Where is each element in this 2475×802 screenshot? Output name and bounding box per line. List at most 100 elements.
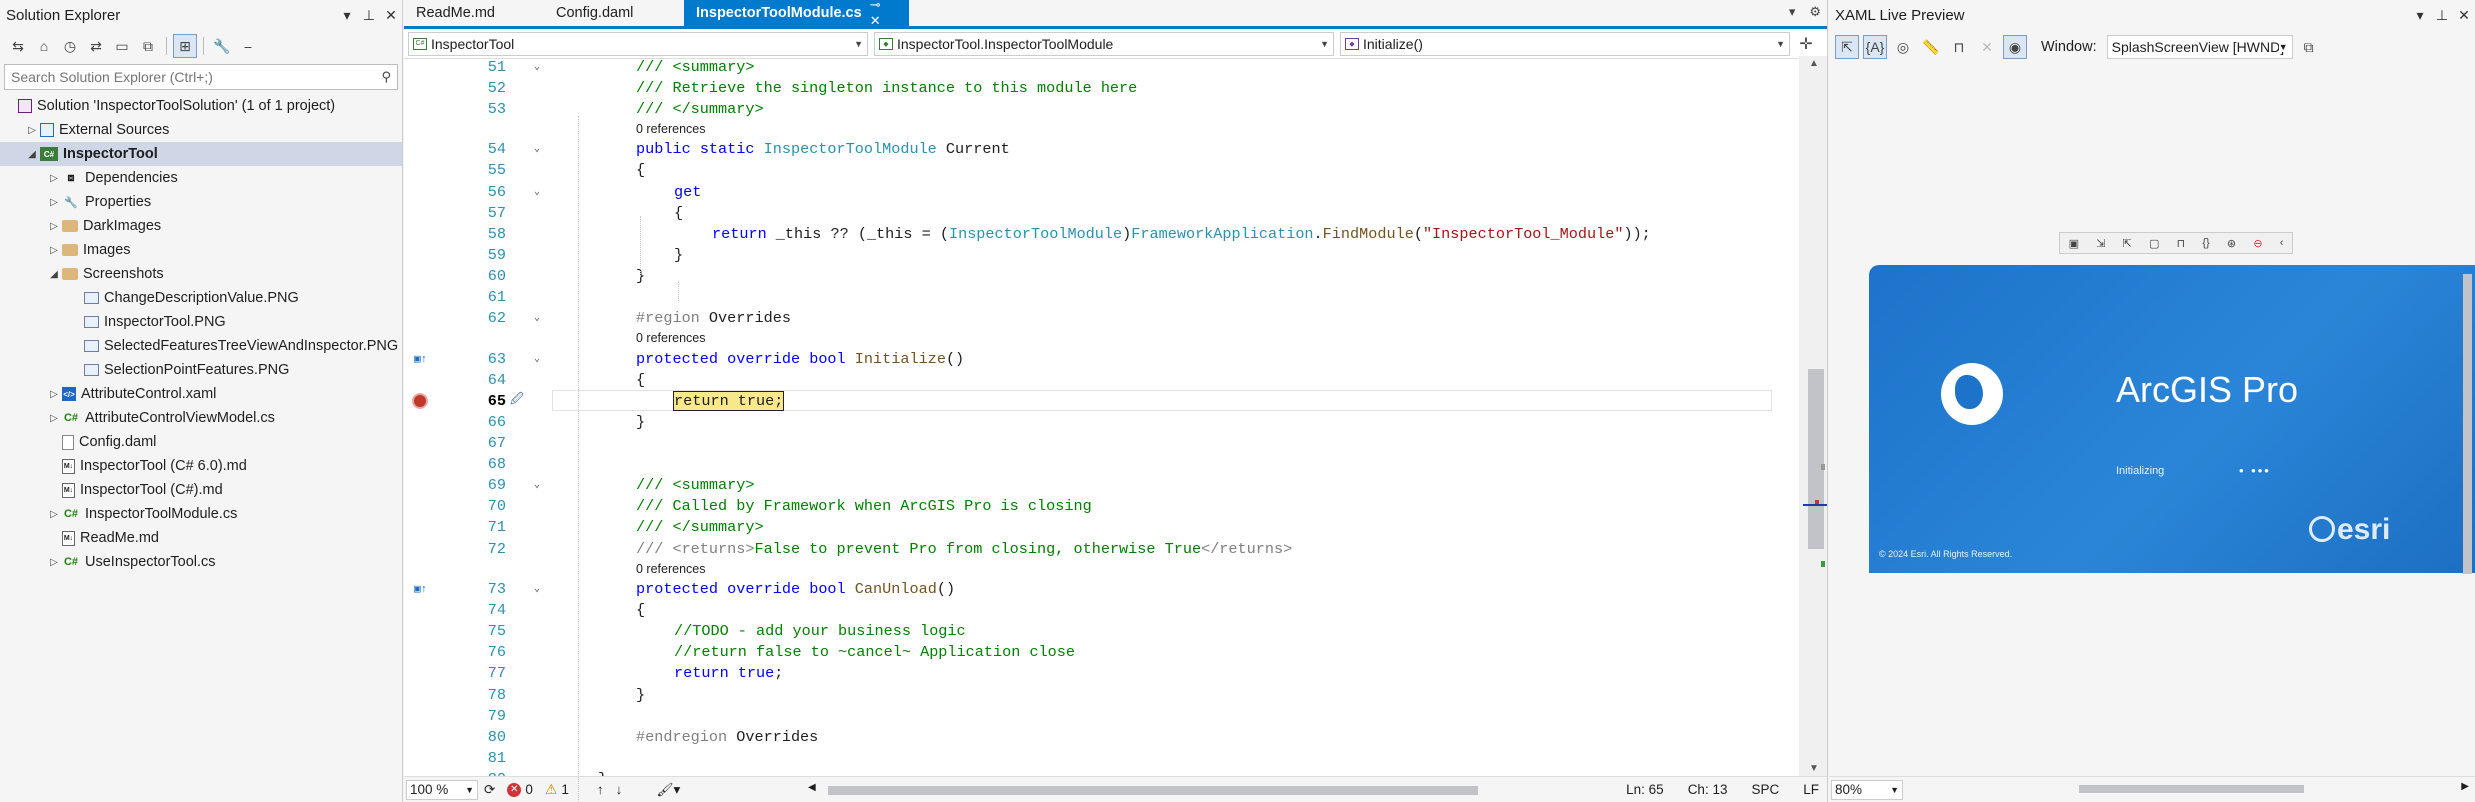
tree-item[interactable]: ▷ C# AttributeControlViewModel.cs — [0, 406, 402, 430]
fold-toggle-icon[interactable]: ⌄ — [534, 186, 540, 198]
expand-chevron-icon[interactable]: ▷ — [24, 125, 40, 136]
fold-toggle-icon[interactable]: ⌄ — [534, 143, 540, 155]
override-glyph-icon[interactable]: ▣↑ — [414, 352, 434, 366]
close-tab-icon[interactable]: ✕ — [870, 13, 881, 28]
binding-failures-icon[interactable]: {} — [2202, 237, 2209, 249]
previous-issue-arrow-icon[interactable]: ↑ — [597, 782, 604, 797]
pin-icon[interactable]: ⊥ — [2431, 7, 2453, 24]
tree-item[interactable]: Solution 'InspectorToolSolution' (1 of 1… — [0, 94, 402, 118]
tree-item[interactable]: Config.daml — [0, 430, 402, 454]
expand-chevron-icon[interactable]: ▷ — [46, 245, 62, 256]
collapse-all-icon[interactable]: ⧉ — [136, 34, 160, 58]
tab-config-daml[interactable]: Config.daml — [544, 0, 684, 26]
preview-horizontal-scrollbar[interactable]: ▶ — [1919, 781, 2469, 795]
sync-with-active-document-icon[interactable]: ▭ — [110, 34, 134, 58]
pending-changes-filter-icon[interactable]: ⇄ — [84, 34, 108, 58]
tree-item[interactable]: ◢ C# InspectorTool — [0, 142, 402, 166]
collapse-toolbar-chevron-icon[interactable]: ‹ — [2280, 237, 2284, 249]
codelens-label[interactable]: 0 references — [636, 562, 705, 576]
tree-item[interactable]: SelectedFeaturesTreeViewAndInspector.PNG — [0, 334, 402, 358]
expand-chevron-icon[interactable]: ▷ — [46, 197, 62, 208]
intellicode-icon[interactable]: ⟳ — [484, 782, 495, 798]
tree-item[interactable]: ▷ </> AttributeControl.xaml — [0, 382, 402, 406]
tree-item[interactable]: ▷ 🔧 Properties — [0, 190, 402, 214]
preview-selected-items-icon[interactable]: ⎯ — [236, 34, 260, 58]
breakpoint-icon[interactable] — [412, 393, 428, 410]
select-element-icon[interactable]: ⇲ — [2096, 237, 2105, 250]
fold-toggle-icon[interactable]: ⌄ — [534, 61, 540, 73]
accessibility-checker-icon[interactable]: ⊛ — [2227, 237, 2236, 250]
tree-item[interactable]: ▷ C# UseInspectorTool.cs — [0, 550, 402, 574]
binding-failures-icon[interactable]: {A} — [1863, 35, 1887, 59]
code-cleanup-brush-icon[interactable]: 🖌▾ — [656, 782, 680, 798]
zoom-level-dropdown[interactable]: 100 % ▼ — [406, 779, 478, 800]
tree-item[interactable]: SelectionPointFeatures.PNG — [0, 358, 402, 382]
preview-vertical-scroll-thumb[interactable] — [2463, 274, 2472, 574]
window-selector-dropdown[interactable]: SplashScreenView [HWND] ▼ — [2106, 35, 2293, 59]
override-glyph-icon[interactable]: ▣↑ — [414, 582, 434, 596]
window-position-dropdown-icon[interactable]: ▾ — [336, 7, 358, 24]
solution-explorer-search-input[interactable] — [11, 69, 382, 85]
expand-chevron-icon[interactable]: ▷ — [46, 389, 62, 400]
error-count[interactable]: ✕ 0 — [507, 782, 533, 797]
close-icon[interactable]: ✕ — [2453, 7, 2475, 24]
track-focus-icon[interactable]: ⊓ — [2177, 237, 2186, 250]
tree-item[interactable]: M↓ InspectorTool (C#).md — [0, 478, 402, 502]
tree-item[interactable]: ▷ DarkImages — [0, 214, 402, 238]
history-icon[interactable]: ◷ — [58, 34, 82, 58]
expand-chevron-icon[interactable]: ▷ — [46, 173, 62, 184]
go-to-live-visual-tree-icon[interactable]: ▣ — [2069, 237, 2079, 250]
split-editor-icon[interactable]: ✛ — [1796, 34, 1816, 54]
preview-horizontal-scroll-thumb[interactable] — [2079, 785, 2304, 793]
hover-select-icon[interactable]: ⇱ — [2123, 237, 2132, 250]
back-icon[interactable]: ⇆ — [6, 34, 30, 58]
scroll-right-arrow-icon[interactable]: ▶ — [2461, 781, 2469, 792]
scroll-up-arrow-icon[interactable]: ▲ — [1809, 58, 1819, 69]
fold-toggle-icon[interactable]: ⌄ — [534, 583, 540, 595]
fold-toggle-icon[interactable]: ⌄ — [534, 479, 540, 491]
properties-wrench-icon[interactable]: 🔧 — [210, 34, 234, 58]
warning-count[interactable]: ⚠ 1 — [545, 781, 569, 798]
close-icon[interactable]: ✕ — [380, 7, 402, 24]
select-element-icon[interactable]: ⇱ — [1835, 35, 1859, 59]
editor-vertical-scrollbar[interactable]: ▲ ▼ — [1799, 56, 1827, 776]
column-number-status[interactable]: Ch: 13 — [1688, 782, 1728, 797]
tree-item[interactable]: ◢ Screenshots — [0, 262, 402, 286]
expand-chevron-icon[interactable]: ▷ — [46, 221, 62, 232]
scroll-left-arrow-icon[interactable]: ◀ — [808, 782, 816, 793]
search-icon[interactable]: ⚲ — [381, 69, 391, 85]
home-icon[interactable]: ⌂ — [32, 34, 56, 58]
tree-item[interactable]: InspectorTool.PNG — [0, 310, 402, 334]
tree-item[interactable]: ▷ External Sources — [0, 118, 402, 142]
preview-zoom-dropdown[interactable]: 80% ▼ — [1831, 779, 1903, 800]
pin-tab-icon[interactable]: ⊸ — [870, 0, 881, 12]
expand-chevron-icon[interactable]: ▷ — [46, 413, 62, 424]
collapse-chevron-icon[interactable]: ◢ — [24, 149, 40, 160]
scroll-down-arrow-icon[interactable]: ▼ — [1809, 763, 1819, 774]
display-adorners-icon[interactable]: ▢ — [2149, 237, 2159, 250]
track-focused-element-icon[interactable]: ⊓ — [1947, 35, 1971, 59]
window-position-dropdown-icon[interactable]: ▾ — [2409, 7, 2431, 24]
ruler-icon[interactable]: 📏 — [1919, 35, 1943, 59]
member-dropdown[interactable]: ◆ Initialize() ▼ — [1340, 31, 1790, 56]
tree-item[interactable]: ▷ C# InspectorToolModule.cs — [0, 502, 402, 526]
tree-item[interactable]: ▷ ⧈ Dependencies — [0, 166, 402, 190]
tree-item[interactable]: M↓ InspectorTool (C# 6.0).md — [0, 454, 402, 478]
codelens-label[interactable]: 0 references — [636, 122, 705, 136]
tree-item[interactable]: M↓ ReadMe.md — [0, 526, 402, 550]
code-view[interactable]: 51 ⌄ /// <summary> 52 /// Retrieve the singl… — [404, 56, 1794, 776]
fold-toggle-icon[interactable]: ⌄ — [534, 353, 540, 365]
collapse-chevron-icon[interactable]: ◢ — [46, 269, 62, 280]
settings-gear-icon[interactable]: ⚙ — [1809, 4, 1821, 20]
pin-icon[interactable]: ⊥ — [358, 7, 380, 24]
tab-inspector-tool-module-cs[interactable]: InspectorToolModule.cs ⊸ ✕ — [684, 0, 909, 28]
tree-item[interactable]: ▷ Images — [0, 238, 402, 262]
tab-readme-md[interactable]: ReadMe.md — [404, 0, 544, 26]
line-ending-status[interactable]: LF — [1803, 782, 1819, 797]
line-number-status[interactable]: Ln: 65 — [1626, 782, 1664, 797]
pop-out-window-icon[interactable]: ⧉ — [2297, 35, 2321, 59]
display-layout-adorners-icon[interactable]: ◎ — [1891, 35, 1915, 59]
tree-item[interactable]: ChangeDescriptionValue.PNG — [0, 286, 402, 310]
stop-icon[interactable]: ⊖ — [2253, 237, 2262, 250]
expand-chevron-icon[interactable]: ▷ — [46, 557, 62, 568]
